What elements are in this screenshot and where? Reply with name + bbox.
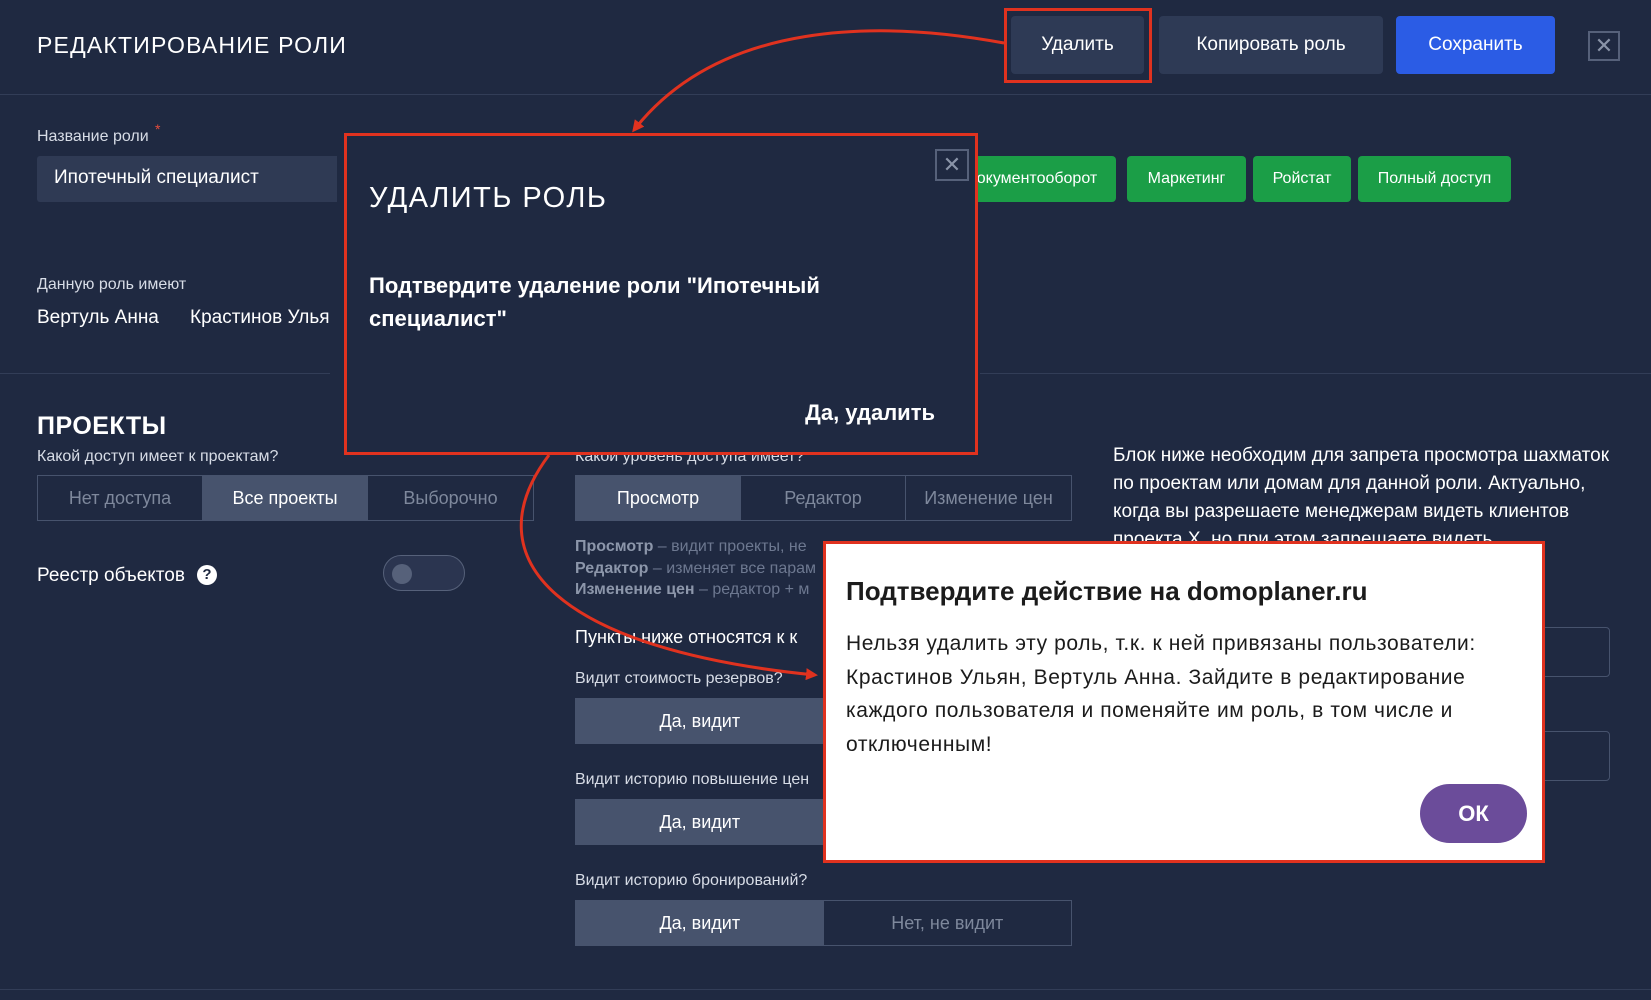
annotation-arrows — [519, 29, 1005, 681]
arrow-to-dialog — [632, 29, 1005, 133]
arrow-to-confirm — [519, 454, 818, 681]
